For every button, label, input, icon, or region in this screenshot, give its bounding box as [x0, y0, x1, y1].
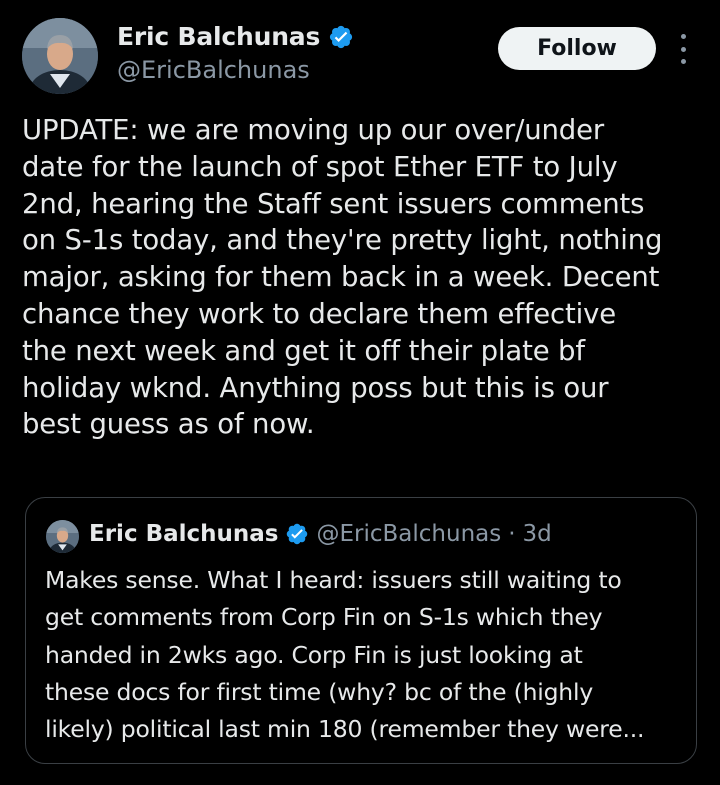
author-name-row: Eric Balchunas — [117, 22, 354, 51]
tweet-text: UPDATE: we are moving up our over/under … — [22, 114, 663, 441]
more-dot — [680, 59, 686, 64]
quoted-header: Eric Balchunas @EricBalchunas · 3d — [89, 521, 552, 547]
more-vertical-icon[interactable] — [676, 34, 690, 64]
verified-badge-icon — [285, 522, 309, 546]
more-dot — [680, 46, 686, 52]
tweet-card: Eric Balchunas @EricBalchunas Follow UPD… — [0, 0, 720, 785]
quoted-author-avatar — [46, 520, 79, 553]
avatar-photo — [22, 18, 98, 94]
quoted-display-name: Eric Balchunas — [89, 521, 279, 547]
follow-button[interactable]: Follow — [498, 27, 656, 70]
verified-badge-icon — [328, 24, 354, 50]
avatar-photo — [46, 520, 79, 553]
more-dot — [680, 34, 686, 39]
quoted-timestamp: 3d — [522, 521, 552, 547]
author-display-name[interactable]: Eric Balchunas — [117, 22, 320, 51]
quoted-separator: · — [508, 521, 516, 547]
author-avatar[interactable] — [22, 18, 98, 94]
quoted-tweet-text: Makes sense. What I heard: issuers still… — [45, 566, 645, 744]
author-handle[interactable]: @EricBalchunas — [117, 56, 310, 84]
quoted-handle: @EricBalchunas — [316, 521, 502, 547]
quoted-tweet[interactable]: Eric Balchunas @EricBalchunas · 3d Makes… — [25, 497, 697, 764]
